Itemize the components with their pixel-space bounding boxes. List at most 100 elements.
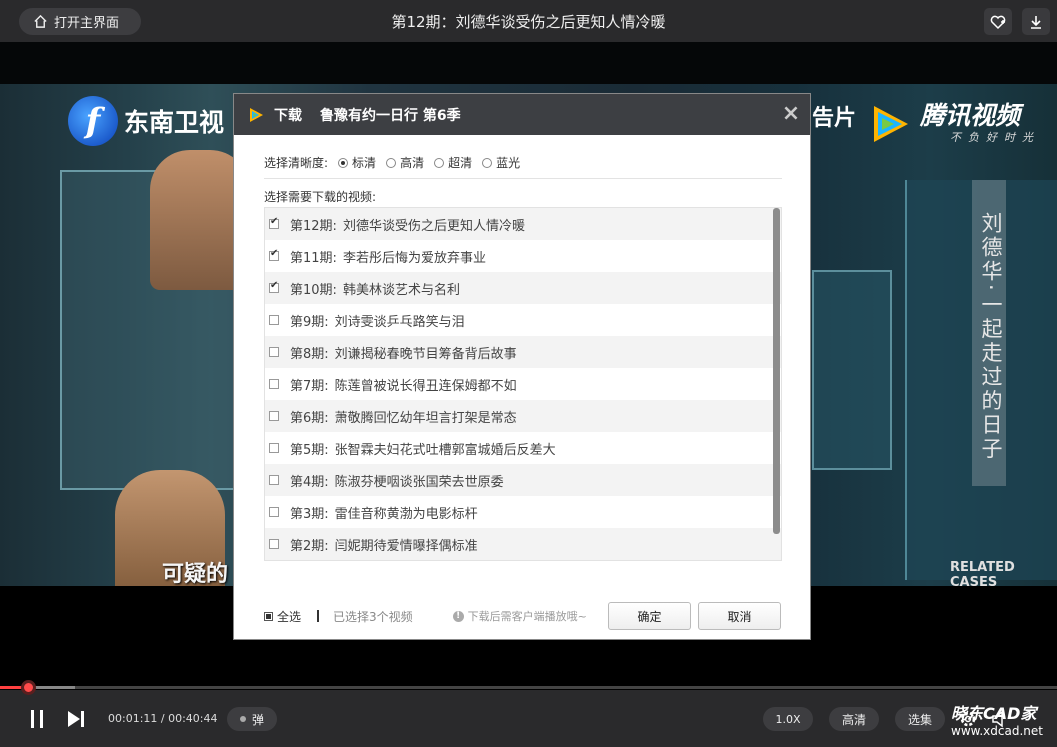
pause-icon <box>31 710 43 728</box>
episode-title: 李若彤后悔为爱放弃事业 <box>342 250 486 266</box>
quality-option-sd[interactable]: 标清 <box>338 154 376 171</box>
list-scrollbar[interactable] <box>773 208 780 534</box>
checkbox-checked[interactable] <box>269 280 279 293</box>
episode-row[interactable]: 第10期: 韩美林谈艺术与名利 <box>265 272 781 304</box>
video-title: 第12期：刘德华谈受伤之后更知人情冷暖 <box>391 13 666 31</box>
checkbox[interactable] <box>269 443 279 453</box>
quality-selector: 选择清晰度: 标清 高清 超清 蓝光 <box>264 154 520 171</box>
info-icon: ! <box>452 610 464 622</box>
episode-row[interactable]: 第9期: 刘诗雯谈乒乓路笑与泪 <box>265 304 781 336</box>
dialog-footer: 全选 已选择3个视频 ! 下载后需客户端播放哦~ 确定 取消 <box>264 602 782 630</box>
tencent-logo-tagline: 不负好时光 <box>950 131 1040 144</box>
radio-icon <box>386 157 397 168</box>
quality-option-label: 标清 <box>352 156 377 170</box>
episode-list[interactable]: 第12期: 刘德华谈受伤之后更知人情冷暖 第11期: 李若彤后悔为爱放弃事业 第10… <box>264 207 782 561</box>
quality-option-shd[interactable]: 超清 <box>434 154 472 171</box>
checkbox-checked[interactable] <box>269 248 279 261</box>
checkbox[interactable] <box>269 475 279 485</box>
download-icon <box>1031 15 1041 29</box>
checkbox[interactable] <box>269 507 279 517</box>
episode-title: 刘谦揭秘春晚节目筹备背后故事 <box>334 346 517 362</box>
checkbox[interactable] <box>269 539 279 549</box>
episode-number: 第12期: <box>290 218 337 234</box>
radio-selected-icon <box>338 157 349 168</box>
dialog-header: 下载 鲁豫有约一日行 第6季 × <box>234 94 810 135</box>
favorite-add-button[interactable] <box>984 8 1012 35</box>
episode-title: 刘德华谈受伤之后更知人情冷暖 <box>342 218 525 234</box>
episode-number: 第6期: <box>290 410 329 426</box>
episode-row[interactable]: 第3期: 雷佳音称黄渤为电影标杆 <box>265 496 781 528</box>
checkbox[interactable] <box>269 315 279 325</box>
episode-row[interactable]: 第8期: 刘谦揭秘春晚节目筹备背后故事 <box>265 336 781 368</box>
choose-videos-label: 选择需要下载的视频: <box>264 190 377 204</box>
next-icon <box>68 711 84 727</box>
note-text: 下载后需客户端播放哦~ <box>467 610 587 623</box>
episode-number: 第7期: <box>290 378 329 394</box>
close-icon[interactable]: × <box>780 103 802 125</box>
episode-row[interactable]: 第7期: 陈莲曾被说长得丑连保姆都不如 <box>265 368 781 400</box>
episode-title: 张智霖夫妇花式吐槽郭富城婚后反差大 <box>334 442 556 458</box>
speed-button[interactable]: 1.0X <box>763 707 813 731</box>
progress-track[interactable] <box>0 686 1057 689</box>
channel-logo-text: 东南卫视 <box>124 108 225 137</box>
episode-row[interactable]: 第6期: 萧敬腾回忆幼年坦言打架是常态 <box>265 400 781 432</box>
select-all-checkbox[interactable]: 全选 <box>264 608 301 625</box>
episode-title: 陈莲曾被说长得丑连保姆都不如 <box>334 378 517 394</box>
danmaku-toggle[interactable]: 弹 <box>227 707 277 731</box>
favorite-add-icon <box>990 15 1006 29</box>
download-button[interactable] <box>1022 8 1050 35</box>
title-bar: 打开主界面 第12期：刘德华谈受伤之后更知人情冷暖 <box>0 0 1057 42</box>
divider <box>317 610 320 622</box>
episode-title: 刘诗雯谈乒乓路笑与泪 <box>334 314 465 330</box>
tencent-video-logo: 腾讯视频 不负好时光 <box>866 100 1040 148</box>
partial-check-icon <box>264 611 273 621</box>
episode-number: 第11期: <box>290 250 337 266</box>
video-partial-text: 告片 <box>812 106 857 131</box>
divider <box>264 178 782 179</box>
pause-button[interactable] <box>26 707 48 731</box>
episode-number: 第8期: <box>290 346 329 362</box>
checkbox[interactable] <box>269 347 279 357</box>
tencent-play-icon <box>874 106 908 142</box>
client-play-note: ! 下载后需客户端播放哦~ <box>452 608 587 624</box>
video-scene-window <box>812 270 892 470</box>
danmaku-label: 弹 <box>251 712 264 727</box>
episode-number: 第4期: <box>290 474 329 490</box>
quality-option-bluray[interactable]: 蓝光 <box>482 154 520 171</box>
quality-button[interactable]: 高清 <box>829 707 879 731</box>
episode-row[interactable]: 第4期: 陈淑芬梗咽谈张国荣去世原委 <box>265 464 781 496</box>
episode-row[interactable]: 第11期: 李若彤后悔为爱放弃事业 <box>265 240 781 272</box>
episode-title: 萧敬腾回忆幼年坦言打架是常态 <box>334 410 517 426</box>
episode-number: 第5期: <box>290 442 329 458</box>
episode-number: 第3期: <box>290 506 329 522</box>
episodes-button[interactable]: 选集 <box>895 707 945 731</box>
episode-title: 陈淑芬梗咽谈张国荣去世原委 <box>334 474 504 490</box>
episode-row[interactable]: 第2期: 闫妮期待爱情曝择偶标准 <box>265 528 781 560</box>
checkbox[interactable] <box>269 379 279 389</box>
download-dialog: 下载 鲁豫有约一日行 第6季 × 选择清晰度: 标清 高清 超清 蓝光 选择需要… <box>233 93 811 640</box>
quality-option-label: 高清 <box>400 156 425 170</box>
video-subtitle: 可疑的 <box>162 562 229 587</box>
radio-icon <box>482 157 493 168</box>
selected-count: 已选择3个视频 <box>333 609 413 624</box>
episode-title: 韩美林谈艺术与名利 <box>342 282 460 298</box>
checkbox[interactable] <box>269 411 279 421</box>
checkbox-checked[interactable] <box>269 216 279 229</box>
quality-option-label: 蓝光 <box>496 156 521 170</box>
video-letterbox-top <box>0 42 1057 84</box>
next-episode-button[interactable] <box>64 707 88 731</box>
dialog-title: 下载 <box>274 107 302 124</box>
quality-option-label: 超清 <box>448 156 473 170</box>
episode-title: 雷佳音称黄渤为电影标杆 <box>334 506 478 522</box>
watermark-logo: 晓东CAD家 <box>951 704 1037 723</box>
episode-title: 闫妮期待爱情曝择偶标准 <box>334 538 478 554</box>
cancel-button[interactable]: 取消 <box>698 602 781 630</box>
episode-row[interactable]: 第5期: 张智霖夫妇花式吐槽郭富城婚后反差大 <box>265 432 781 464</box>
quality-option-hd[interactable]: 高清 <box>386 154 424 171</box>
video-vertical-caption: 刘德华·一起走过的日子 <box>972 180 1006 486</box>
episode-number: 第9期: <box>290 314 329 330</box>
episode-row[interactable]: 第12期: 刘德华谈受伤之后更知人情冷暖 <box>265 208 781 240</box>
playback-time: 00:01:11 / 00:40:44 <box>108 712 218 725</box>
confirm-button[interactable]: 确定 <box>608 602 691 630</box>
channel-logo-badge: f <box>68 96 118 146</box>
